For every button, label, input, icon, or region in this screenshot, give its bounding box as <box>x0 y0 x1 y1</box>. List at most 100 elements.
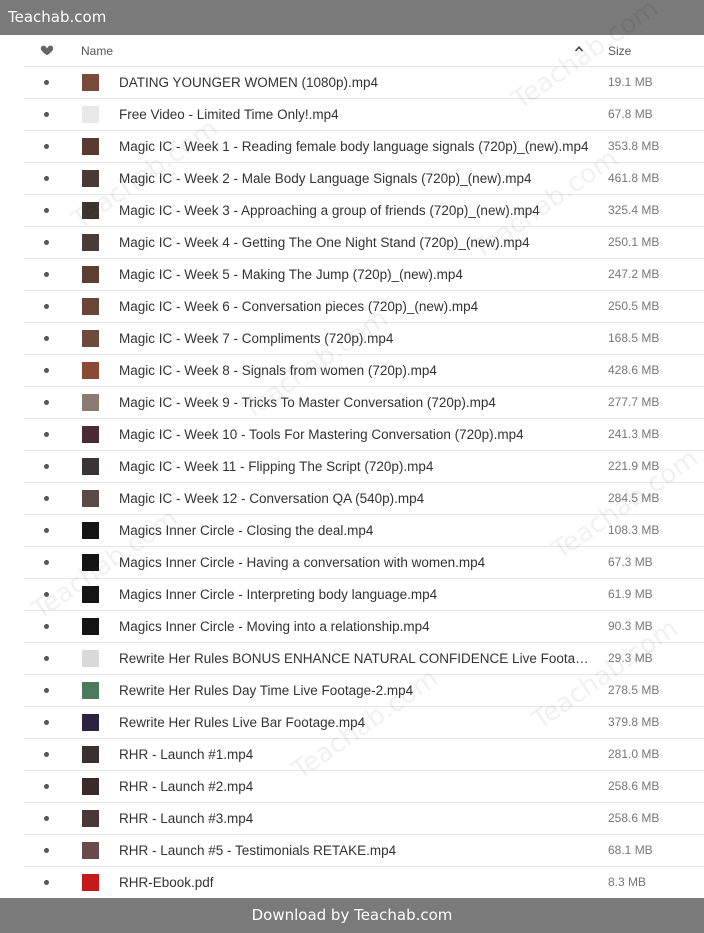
file-name[interactable]: Magics Inner Circle - Interpreting body … <box>119 579 594 610</box>
file-name[interactable]: Magics Inner Circle - Closing the deal.m… <box>119 515 594 546</box>
file-list: DATING YOUNGER WOMEN (1080p).mp4 19.1 MB F… <box>24 67 704 899</box>
name-column-header[interactable]: Name <box>81 44 113 58</box>
file-name[interactable]: Magic IC - Week 7 - Compliments (720p).m… <box>119 323 594 354</box>
file-row[interactable]: DATING YOUNGER WOMEN (1080p).mp4 19.1 MB <box>24 67 704 99</box>
file-thumbnail <box>82 298 99 315</box>
file-thumbnail <box>82 362 99 379</box>
file-name[interactable]: Rewrite Her Rules Live Bar Footage.mp4 <box>119 707 594 738</box>
bullet-icon <box>44 496 49 501</box>
file-name[interactable]: Magic IC - Week 9 - Tricks To Master Con… <box>119 387 594 418</box>
file-size: 278.5 MB <box>608 683 660 697</box>
file-name[interactable]: RHR - Launch #2.mp4 <box>119 771 594 802</box>
file-list-header: Name Size <box>24 35 704 67</box>
chevron-up-icon[interactable] <box>574 43 584 53</box>
download-footer[interactable]: Download by Teachab.com <box>0 898 704 933</box>
file-row[interactable]: Rewrite Her Rules Day Time Live Footage-… <box>24 675 704 707</box>
file-row[interactable]: Magic IC - Week 11 - Flipping The Script… <box>24 451 704 483</box>
file-row[interactable]: RHR-Ebook.pdf 8.3 MB <box>24 867 704 899</box>
bullet-icon <box>44 816 49 821</box>
file-thumbnail <box>82 746 99 763</box>
file-row[interactable]: Magic IC - Week 2 - Male Body Language S… <box>24 163 704 195</box>
file-thumbnail <box>82 394 99 411</box>
bullet-icon <box>44 560 49 565</box>
file-size: 29.3 MB <box>608 651 653 665</box>
file-name[interactable]: Magic IC - Week 8 - Signals from women (… <box>119 355 594 386</box>
file-thumbnail <box>82 106 99 123</box>
file-thumbnail <box>82 618 99 635</box>
file-size: 461.8 MB <box>608 171 660 185</box>
bullet-icon <box>44 848 49 853</box>
file-row[interactable]: Magic IC - Week 9 - Tricks To Master Con… <box>24 387 704 419</box>
file-row[interactable]: Magic IC - Week 4 - Getting The One Nigh… <box>24 227 704 259</box>
file-size: 277.7 MB <box>608 395 660 409</box>
file-size: 379.8 MB <box>608 715 660 729</box>
file-name[interactable]: Magic IC - Week 11 - Flipping The Script… <box>119 451 594 482</box>
file-row[interactable]: Magic IC - Week 3 - Approaching a group … <box>24 195 704 227</box>
file-name[interactable]: Rewrite Her Rules Day Time Live Footage-… <box>119 675 594 706</box>
file-thumbnail <box>82 650 99 667</box>
file-name[interactable]: Magic IC - Week 6 - Conversation pieces … <box>119 291 594 322</box>
file-name[interactable]: Magic IC - Week 10 - Tools For Mastering… <box>119 419 594 450</box>
file-size: 258.6 MB <box>608 779 660 793</box>
file-row[interactable]: Magic IC - Week 1 - Reading female body … <box>24 131 704 163</box>
file-name[interactable]: Magics Inner Circle - Having a conversat… <box>119 547 594 578</box>
file-row[interactable]: Magic IC - Week 7 - Compliments (720p).m… <box>24 323 704 355</box>
file-thumbnail <box>82 842 99 859</box>
file-row[interactable]: Free Video - Limited Time Only!.mp4 67.8 … <box>24 99 704 131</box>
file-name[interactable]: Magic IC - Week 2 - Male Body Language S… <box>119 163 594 194</box>
file-thumbnail <box>82 490 99 507</box>
file-thumbnail <box>82 234 99 251</box>
file-size: 250.5 MB <box>608 299 660 313</box>
file-row[interactable]: Rewrite Her Rules BONUS ENHANCE NATURAL … <box>24 643 704 675</box>
bullet-icon <box>44 336 49 341</box>
file-row[interactable]: RHR - Launch #1.mp4 281.0 MB <box>24 739 704 771</box>
file-thumbnail <box>82 266 99 283</box>
file-name[interactable]: DATING YOUNGER WOMEN (1080p).mp4 <box>119 67 594 98</box>
file-row[interactable]: RHR - Launch #5 - Testimonials RETAKE.mp… <box>24 835 704 867</box>
file-name[interactable]: RHR-Ebook.pdf <box>119 867 594 898</box>
bullet-icon <box>44 752 49 757</box>
file-row[interactable]: Magic IC - Week 8 - Signals from women (… <box>24 355 704 387</box>
file-row[interactable]: Magic IC - Week 6 - Conversation pieces … <box>24 291 704 323</box>
file-name[interactable]: Magic IC - Week 4 - Getting The One Nigh… <box>119 227 594 258</box>
file-size: 90.3 MB <box>608 619 653 633</box>
file-row[interactable]: Magics Inner Circle - Moving into a rela… <box>24 611 704 643</box>
bullet-icon <box>44 464 49 469</box>
bullet-icon <box>44 240 49 245</box>
file-name[interactable]: Magics Inner Circle - Moving into a rela… <box>119 611 594 642</box>
file-name[interactable]: Magic IC - Week 5 - Making The Jump (720… <box>119 259 594 290</box>
file-size: 258.6 MB <box>608 811 660 825</box>
file-row[interactable]: Magic IC - Week 10 - Tools For Mastering… <box>24 419 704 451</box>
file-size: 428.6 MB <box>608 363 660 377</box>
file-name[interactable]: Rewrite Her Rules BONUS ENHANCE NATURAL … <box>119 643 594 674</box>
file-name[interactable]: Magic IC - Week 1 - Reading female body … <box>119 131 594 162</box>
bullet-icon <box>44 592 49 597</box>
file-row[interactable]: RHR - Launch #3.mp4 258.6 MB <box>24 803 704 835</box>
file-thumbnail <box>82 138 99 155</box>
file-size: 108.3 MB <box>608 523 660 537</box>
file-row[interactable]: Magics Inner Circle - Closing the deal.m… <box>24 515 704 547</box>
bullet-icon <box>44 368 49 373</box>
bullet-icon <box>44 304 49 309</box>
file-thumbnail <box>82 586 99 603</box>
file-name[interactable]: RHR - Launch #3.mp4 <box>119 803 594 834</box>
file-row[interactable]: Rewrite Her Rules Live Bar Footage.mp4 37… <box>24 707 704 739</box>
file-row[interactable]: Magics Inner Circle - Interpreting body … <box>24 579 704 611</box>
file-size: 67.3 MB <box>608 555 653 569</box>
file-thumbnail <box>82 202 99 219</box>
file-row[interactable]: RHR - Launch #2.mp4 258.6 MB <box>24 771 704 803</box>
size-column-header[interactable]: Size <box>608 44 631 58</box>
file-row[interactable]: Magics Inner Circle - Having a conversat… <box>24 547 704 579</box>
heart-icon[interactable] <box>40 43 54 57</box>
file-size: 8.3 MB <box>608 875 647 889</box>
file-size: 241.3 MB <box>608 427 660 441</box>
file-thumbnail <box>82 522 99 539</box>
file-name[interactable]: Magic IC - Week 3 - Approaching a group … <box>119 195 594 226</box>
file-row[interactable]: Magic IC - Week 12 - Conversation QA (54… <box>24 483 704 515</box>
file-thumbnail <box>82 778 99 795</box>
file-name[interactable]: Free Video - Limited Time Only!.mp4 <box>119 99 594 130</box>
file-row[interactable]: Magic IC - Week 5 - Making The Jump (720… <box>24 259 704 291</box>
file-name[interactable]: Magic IC - Week 12 - Conversation QA (54… <box>119 483 594 514</box>
file-name[interactable]: RHR - Launch #5 - Testimonials RETAKE.mp… <box>119 835 594 866</box>
file-name[interactable]: RHR - Launch #1.mp4 <box>119 739 594 770</box>
